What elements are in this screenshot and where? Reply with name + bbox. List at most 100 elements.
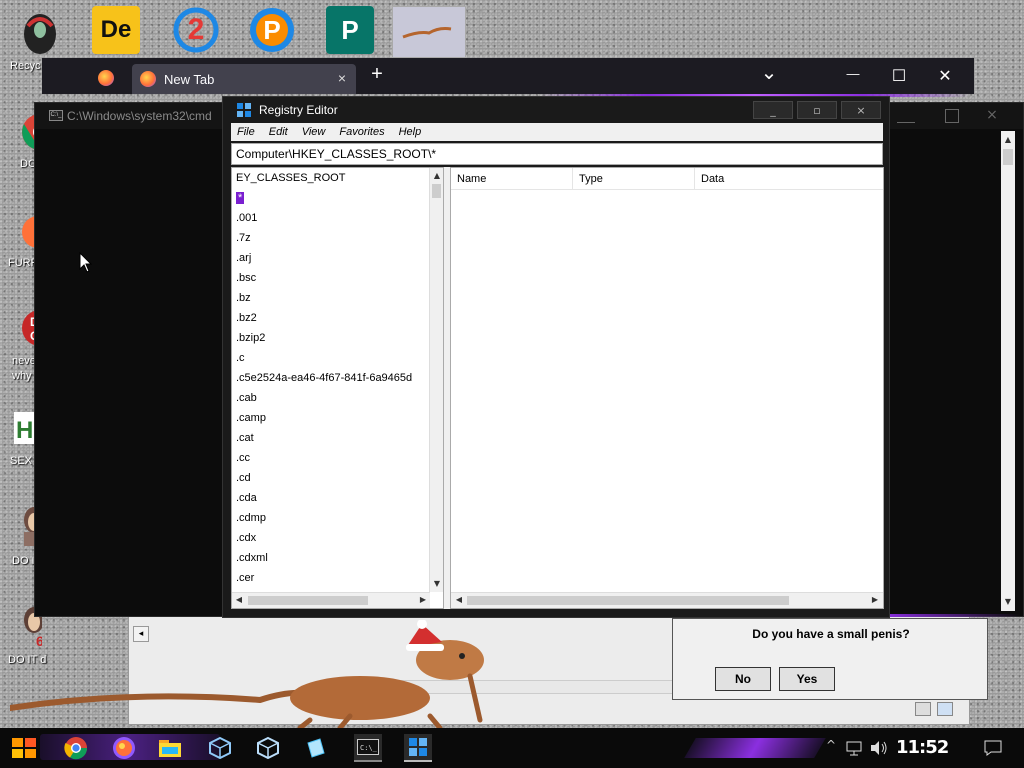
behind-view-icon[interactable] bbox=[915, 702, 931, 716]
tree-item[interactable]: .cdmp bbox=[234, 508, 430, 528]
address-bar[interactable]: Computer\HKEY_CLASSES_ROOT\* bbox=[231, 143, 883, 165]
desktop-label-sex: SEX bbox=[10, 455, 33, 467]
tree-item[interactable]: .cda bbox=[234, 488, 430, 508]
yes-button[interactable]: Yes bbox=[779, 667, 835, 691]
de-app-icon-text: De bbox=[100, 16, 132, 43]
p-app-icon[interactable]: P bbox=[248, 6, 296, 54]
menu-edit[interactable]: Edit bbox=[269, 126, 288, 138]
glass-app-icon[interactable] bbox=[302, 734, 330, 762]
network-icon[interactable] bbox=[846, 740, 862, 756]
tree-item[interactable]: .c bbox=[234, 348, 430, 368]
firefox-tab-icon[interactable] bbox=[98, 70, 114, 86]
question-dialog[interactable]: Do you have a small penis? No Yes bbox=[672, 618, 988, 700]
tree-item-selected[interactable]: * bbox=[234, 188, 430, 208]
tree-root-item[interactable]: EY_CLASSES_ROOT bbox=[234, 168, 430, 188]
tree-item[interactable]: .bzip2 bbox=[234, 328, 430, 348]
notification-icon[interactable] bbox=[984, 740, 1002, 756]
key-tree-pane[interactable]: EY_CLASSES_ROOT * .001 .7z .arj .bsc .bz… bbox=[231, 167, 444, 609]
values-scroll-left[interactable]: ◀ bbox=[453, 593, 465, 607]
firefox-icon[interactable] bbox=[110, 734, 138, 762]
start-icon[interactable] bbox=[10, 734, 38, 762]
values-horizontal-scrollbar[interactable]: ◀ ▶ bbox=[451, 592, 883, 608]
column-data[interactable]: Data bbox=[695, 168, 883, 190]
show-hidden-icons-button[interactable]: ^ bbox=[826, 738, 836, 752]
regedit-window-icon bbox=[237, 103, 251, 117]
desktop-label-furf: FURF bbox=[8, 257, 38, 269]
tree-item[interactable]: .c5e2524a-ea46-4f67-841f-6a9465d bbox=[234, 368, 430, 388]
virtualbox-icon-2[interactable] bbox=[254, 734, 282, 762]
regedit-minimize-button[interactable]: _ bbox=[753, 101, 793, 119]
tree-item[interactable]: .bz2 bbox=[234, 308, 430, 328]
publisher-icon-text: P bbox=[341, 14, 359, 45]
tree-item[interactable]: .bz bbox=[234, 288, 430, 308]
values-header: Name Type Data bbox=[451, 168, 883, 190]
publisher-icon[interactable]: P bbox=[326, 6, 374, 54]
firefox-window[interactable]: New Tab × + ⌄ — ☐ ✕ bbox=[42, 58, 974, 94]
new-tab-button[interactable]: + bbox=[362, 63, 392, 86]
registry-editor-window[interactable]: Registry Editor _ ▫ × File Edit View Fav… bbox=[222, 96, 890, 618]
list-tabs-button[interactable]: ⌄ bbox=[754, 60, 784, 85]
cmd-scroll-thumb[interactable] bbox=[1003, 149, 1013, 165]
regedit-maximize-button[interactable]: ▫ bbox=[797, 101, 837, 119]
firefox-maximize-button[interactable]: ☐ bbox=[884, 66, 914, 86]
tree-item[interactable]: .cab bbox=[234, 388, 430, 408]
desktop-label-doi: DO I bbox=[12, 555, 35, 567]
tab-close-icon[interactable]: × bbox=[338, 70, 346, 86]
volume-icon[interactable] bbox=[870, 740, 888, 756]
virtualbox-icon[interactable] bbox=[206, 734, 234, 762]
taskbar-clock[interactable]: 11:52 AM bbox=[896, 734, 970, 768]
tree-scroll-right[interactable]: ▶ bbox=[417, 593, 429, 607]
tree-scroll-down[interactable]: ▼ bbox=[431, 577, 443, 591]
behind-view-icon-2[interactable] bbox=[937, 702, 953, 716]
column-name[interactable]: Name bbox=[451, 168, 573, 190]
cmd-scroll-down[interactable]: ▼ bbox=[1002, 595, 1014, 609]
firefox-close-button[interactable]: ✕ bbox=[930, 66, 960, 86]
chrome-icon[interactable] bbox=[62, 734, 90, 762]
tree-item[interactable]: .cer bbox=[234, 568, 430, 588]
values-scroll-right[interactable]: ▶ bbox=[869, 593, 881, 607]
cmd-icon[interactable]: C:\_ bbox=[354, 734, 382, 762]
taskbar: C:\_ ^ 11:52 AM bbox=[0, 728, 1024, 768]
recycle-bin-icon[interactable] bbox=[16, 8, 64, 56]
file-explorer-icon[interactable] bbox=[156, 734, 184, 762]
two-app-icon-text: 2 bbox=[187, 13, 205, 46]
tree-item[interactable]: .001 bbox=[234, 208, 430, 228]
menu-help[interactable]: Help bbox=[399, 126, 422, 138]
tree-scroll-thumb[interactable] bbox=[432, 184, 441, 198]
tree-item[interactable]: .cd bbox=[234, 468, 430, 488]
column-type[interactable]: Type bbox=[573, 168, 695, 190]
menu-file[interactable]: File bbox=[237, 126, 255, 138]
tree-item[interactable]: .bsc bbox=[234, 268, 430, 288]
firefox-tab[interactable]: New Tab × bbox=[132, 64, 356, 94]
tree-horizontal-scrollbar[interactable]: ◀ ▶ bbox=[232, 592, 430, 608]
menu-favorites[interactable]: Favorites bbox=[339, 126, 384, 138]
cmd-maximize-button[interactable] bbox=[945, 109, 959, 123]
tree-item[interactable]: .cat bbox=[234, 428, 430, 448]
cmd-window-icon: C:\_ bbox=[49, 110, 63, 121]
no-button[interactable]: No bbox=[715, 667, 771, 691]
tree-item[interactable]: .cdx bbox=[234, 528, 430, 548]
cmd-close-button[interactable]: × bbox=[983, 107, 1001, 125]
tree-hscroll-thumb[interactable] bbox=[248, 596, 368, 605]
regedit-icon[interactable] bbox=[404, 734, 432, 762]
values-hscroll-thumb[interactable] bbox=[467, 596, 789, 605]
tree-item[interactable]: .7z bbox=[234, 228, 430, 248]
tree-item[interactable]: .cdxml bbox=[234, 548, 430, 568]
cmd-title: C:\Windows\system32\cmd bbox=[67, 109, 212, 123]
two-app-icon[interactable]: 2 bbox=[172, 6, 220, 54]
tree-scroll-up[interactable]: ▲ bbox=[431, 169, 443, 183]
cmd-minimize-button[interactable] bbox=[897, 109, 915, 123]
tree-vertical-scrollbar[interactable]: ▲ ▼ bbox=[429, 168, 443, 592]
tree-item[interactable]: .camp bbox=[234, 408, 430, 428]
menu-view[interactable]: View bbox=[302, 126, 326, 138]
firefox-minimize-button[interactable]: — bbox=[838, 66, 868, 81]
tree-item[interactable]: .arj bbox=[234, 248, 430, 268]
cmd-scroll-up[interactable]: ▲ bbox=[1002, 133, 1014, 147]
regedit-close-button[interactable]: × bbox=[841, 101, 881, 119]
de-app-icon[interactable]: De bbox=[92, 6, 140, 54]
tree-item[interactable]: .cc bbox=[234, 448, 430, 468]
lizard-image-icon[interactable] bbox=[392, 6, 466, 58]
tree-scroll-left[interactable]: ◀ bbox=[233, 593, 245, 607]
values-pane[interactable]: Name Type Data ◀ ▶ bbox=[450, 167, 884, 609]
cmd-scrollbar[interactable]: ▲ ▼ bbox=[1001, 131, 1015, 611]
